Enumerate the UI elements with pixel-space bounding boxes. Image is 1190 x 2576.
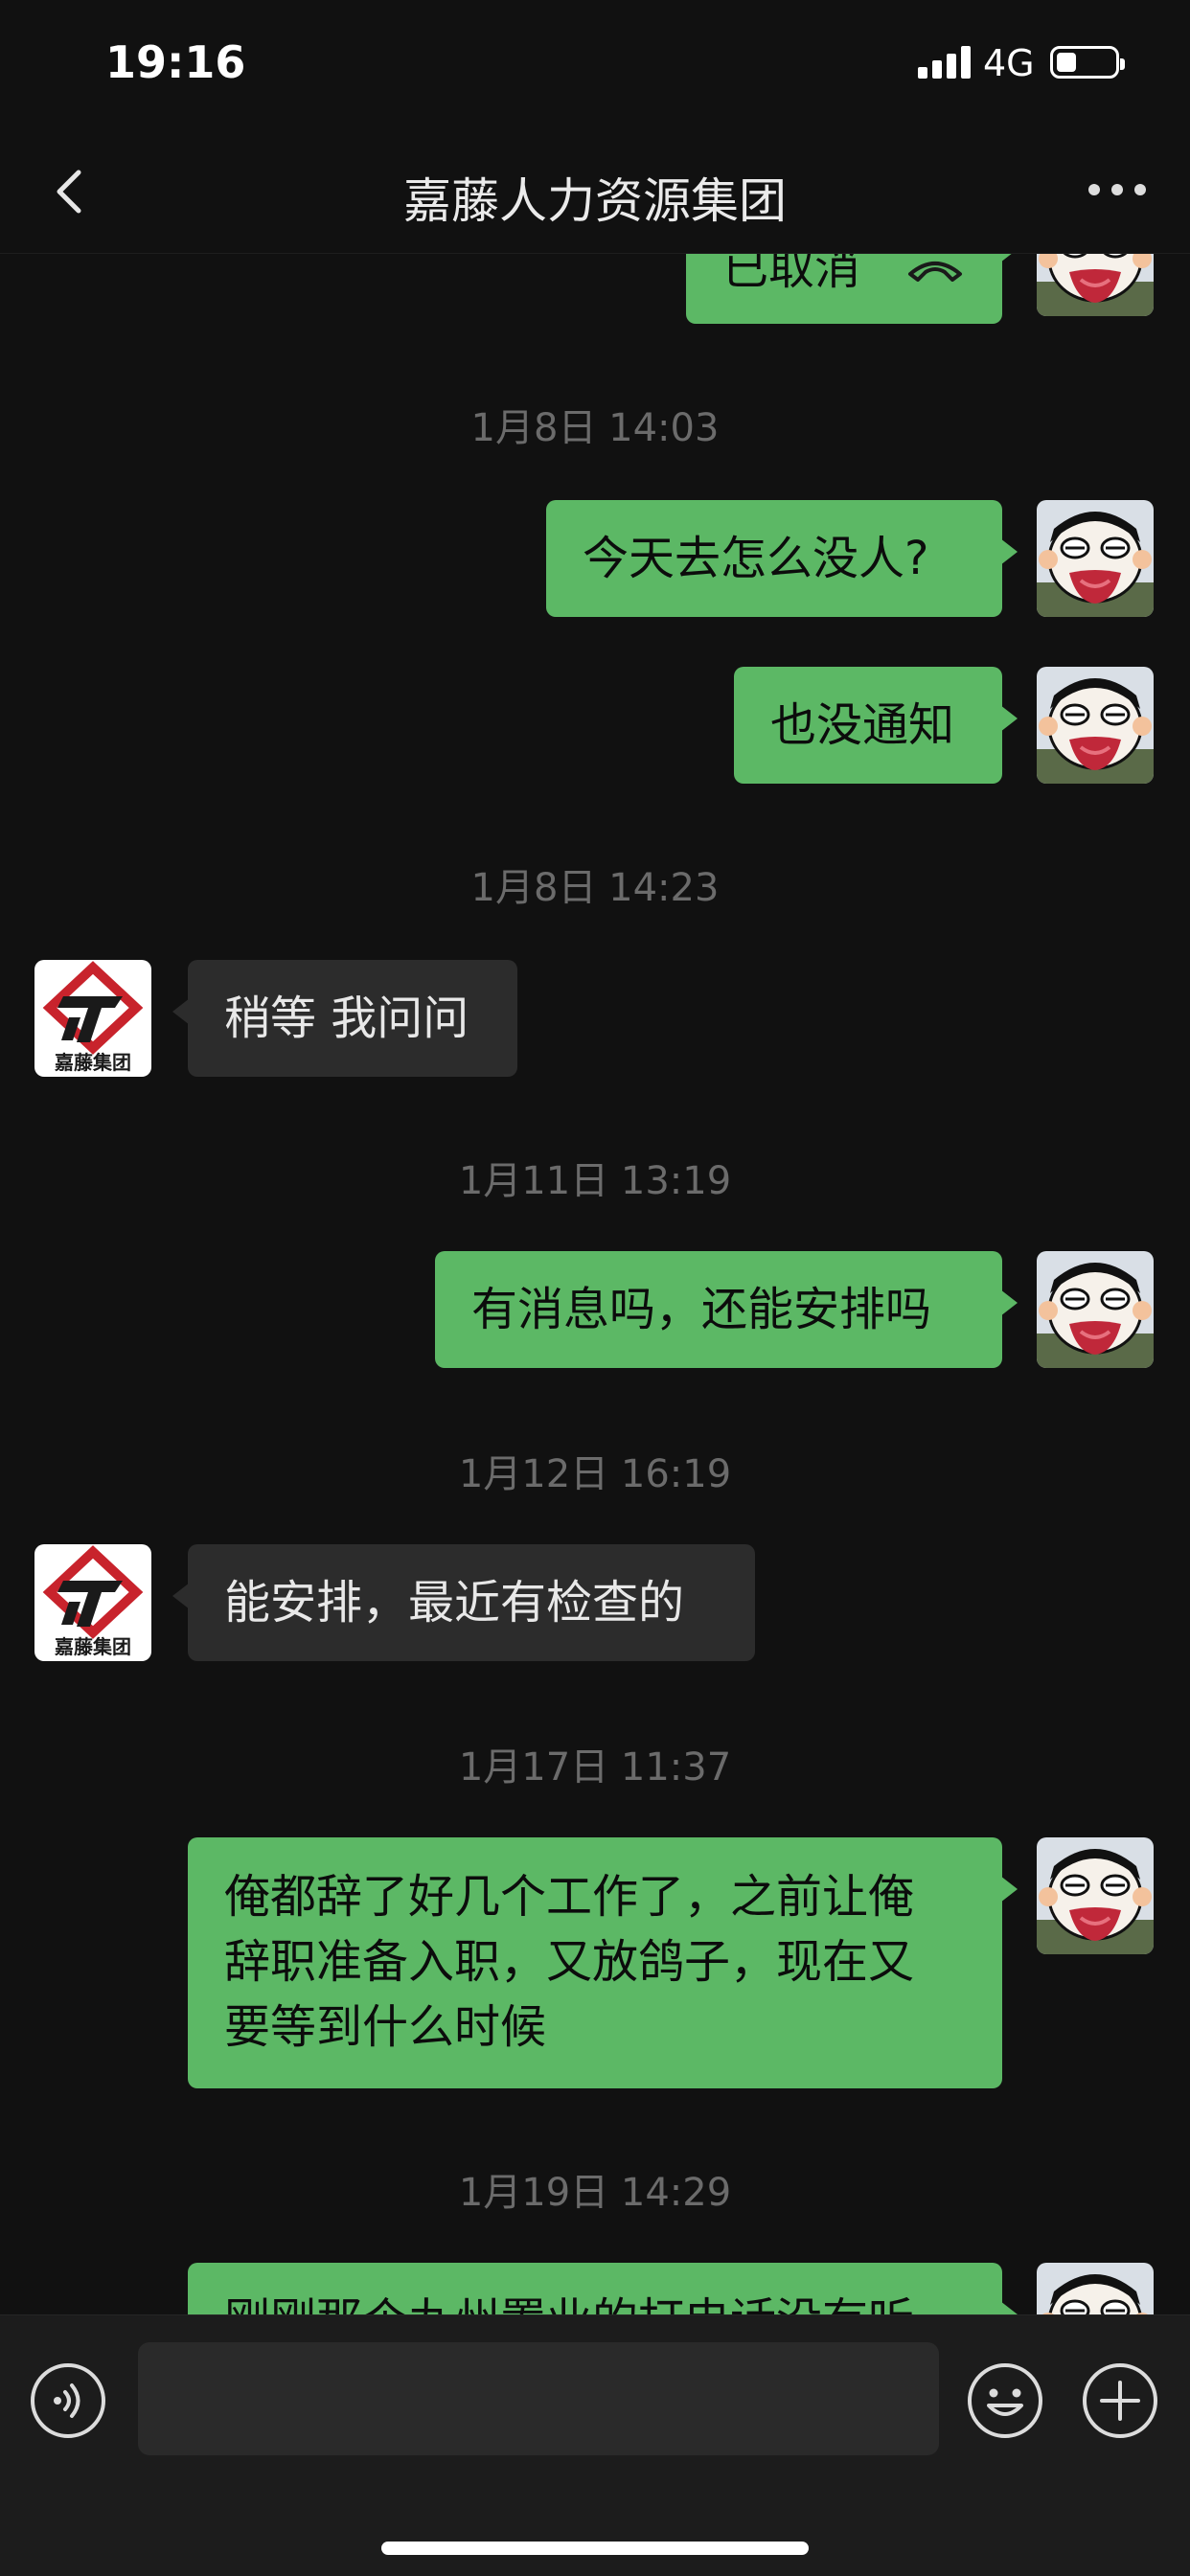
message-line: 辞职准备入职，又放鸽子，现在又	[224, 1935, 915, 1989]
message-bubble-outgoing[interactable]: 今天去怎么没人?	[546, 500, 1018, 617]
voice-icon[interactable]	[29, 2361, 107, 2440]
timestamp: 1月12日 16:19	[458, 1452, 732, 1496]
status-bar: 19:16 4G	[0, 0, 1190, 134]
message-line: 俺都辞了好几个工作了，之前让俺	[224, 1870, 915, 1924]
avatar-self[interactable]	[1037, 1837, 1154, 1954]
message-text: 有消息吗，还能安排吗	[471, 1283, 932, 1336]
clock: 19:16	[105, 36, 246, 88]
timestamp: 1月8日 14:03	[470, 406, 720, 450]
phone-hangup-icon	[908, 262, 962, 282]
call-status-text: 已取消	[722, 253, 861, 295]
timestamp: 1月11日 13:19	[458, 1159, 732, 1203]
message-bubble-outgoing[interactable]: 刚刚那个九州置业的打电话没有听	[188, 2263, 1018, 2314]
message-text: 能安排，最近有检查的	[224, 1576, 685, 1630]
network-type: 4G	[983, 42, 1035, 84]
call-record-bubble[interactable]: 已取消	[686, 253, 1018, 324]
avatar-self[interactable]	[1037, 2263, 1154, 2314]
signal-icon	[918, 44, 972, 79]
chat-title: 嘉藤人力资源集团	[403, 173, 787, 229]
battery-icon	[1050, 46, 1125, 79]
emoji-icon[interactable]	[966, 2361, 1044, 2440]
message-bubble-incoming[interactable]: 能安排，最近有检查的	[172, 1544, 755, 1661]
avatar-contact[interactable]	[34, 960, 151, 1077]
timestamp: 1月8日 14:23	[470, 866, 720, 910]
message-bubble-incoming[interactable]: 稍等 我问问	[172, 960, 517, 1077]
input-bar	[0, 2314, 1190, 2576]
plus-icon[interactable]	[1081, 2361, 1159, 2440]
timestamp: 1月17日 11:37	[458, 1745, 732, 1790]
message-bubble-outgoing[interactable]: 俺都辞了好几个工作了，之前让俺 辞职准备入职，又放鸽子，现在又 要等到什么时候	[188, 1837, 1018, 2088]
avatar-self[interactable]	[1037, 253, 1154, 316]
message-bubble-outgoing[interactable]: 也没通知	[734, 667, 1018, 784]
avatar-self[interactable]	[1037, 1251, 1154, 1368]
home-indicator[interactable]	[381, 2542, 809, 2555]
chat-header: 嘉藤人力资源集团	[0, 134, 1190, 254]
message-bubble-outgoing[interactable]: 有消息吗，还能安排吗	[435, 1251, 1018, 1368]
ellipsis-icon[interactable]	[1088, 184, 1146, 199]
message-text: 稍等 我问问	[224, 992, 469, 1045]
message-line: 要等到什么时候	[224, 2000, 547, 2054]
avatar-self[interactable]	[1037, 667, 1154, 784]
message-list[interactable]: 已取消 1月8日 14:03 今天去怎么没人? 也没通知 1月8日 14:23 …	[0, 253, 1190, 2314]
message-text: 今天去怎么没人?	[583, 532, 929, 585]
message-text: 刚刚那个九州置业的打电话没有听	[224, 2288, 966, 2314]
message-input[interactable]	[138, 2342, 939, 2455]
avatar-self[interactable]	[1037, 500, 1154, 617]
timestamp: 1月19日 14:29	[458, 2171, 732, 2215]
message-text: 也没通知	[770, 698, 955, 752]
avatar-contact[interactable]	[34, 1544, 151, 1661]
